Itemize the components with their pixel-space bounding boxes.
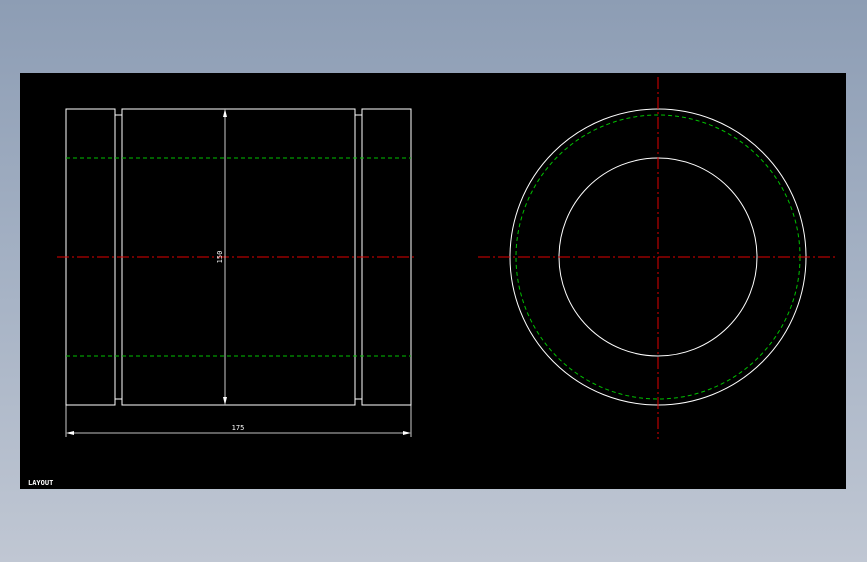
height-arrow-top (223, 109, 227, 117)
width-dimension-label: 175 (232, 424, 245, 432)
height-arrow-bottom (223, 397, 227, 405)
side-view: 150 175 (57, 108, 416, 437)
width-arrow-right (403, 431, 411, 435)
width-arrow-left (66, 431, 74, 435)
cad-drawing-canvas[interactable]: 150 175 LAYOUT (20, 73, 846, 489)
front-view (478, 77, 838, 439)
cad-drawing: 150 175 LAYOUT (28, 77, 838, 487)
layout-tab-label[interactable]: LAYOUT (28, 479, 53, 487)
height-dimension-label: 150 (216, 251, 224, 264)
